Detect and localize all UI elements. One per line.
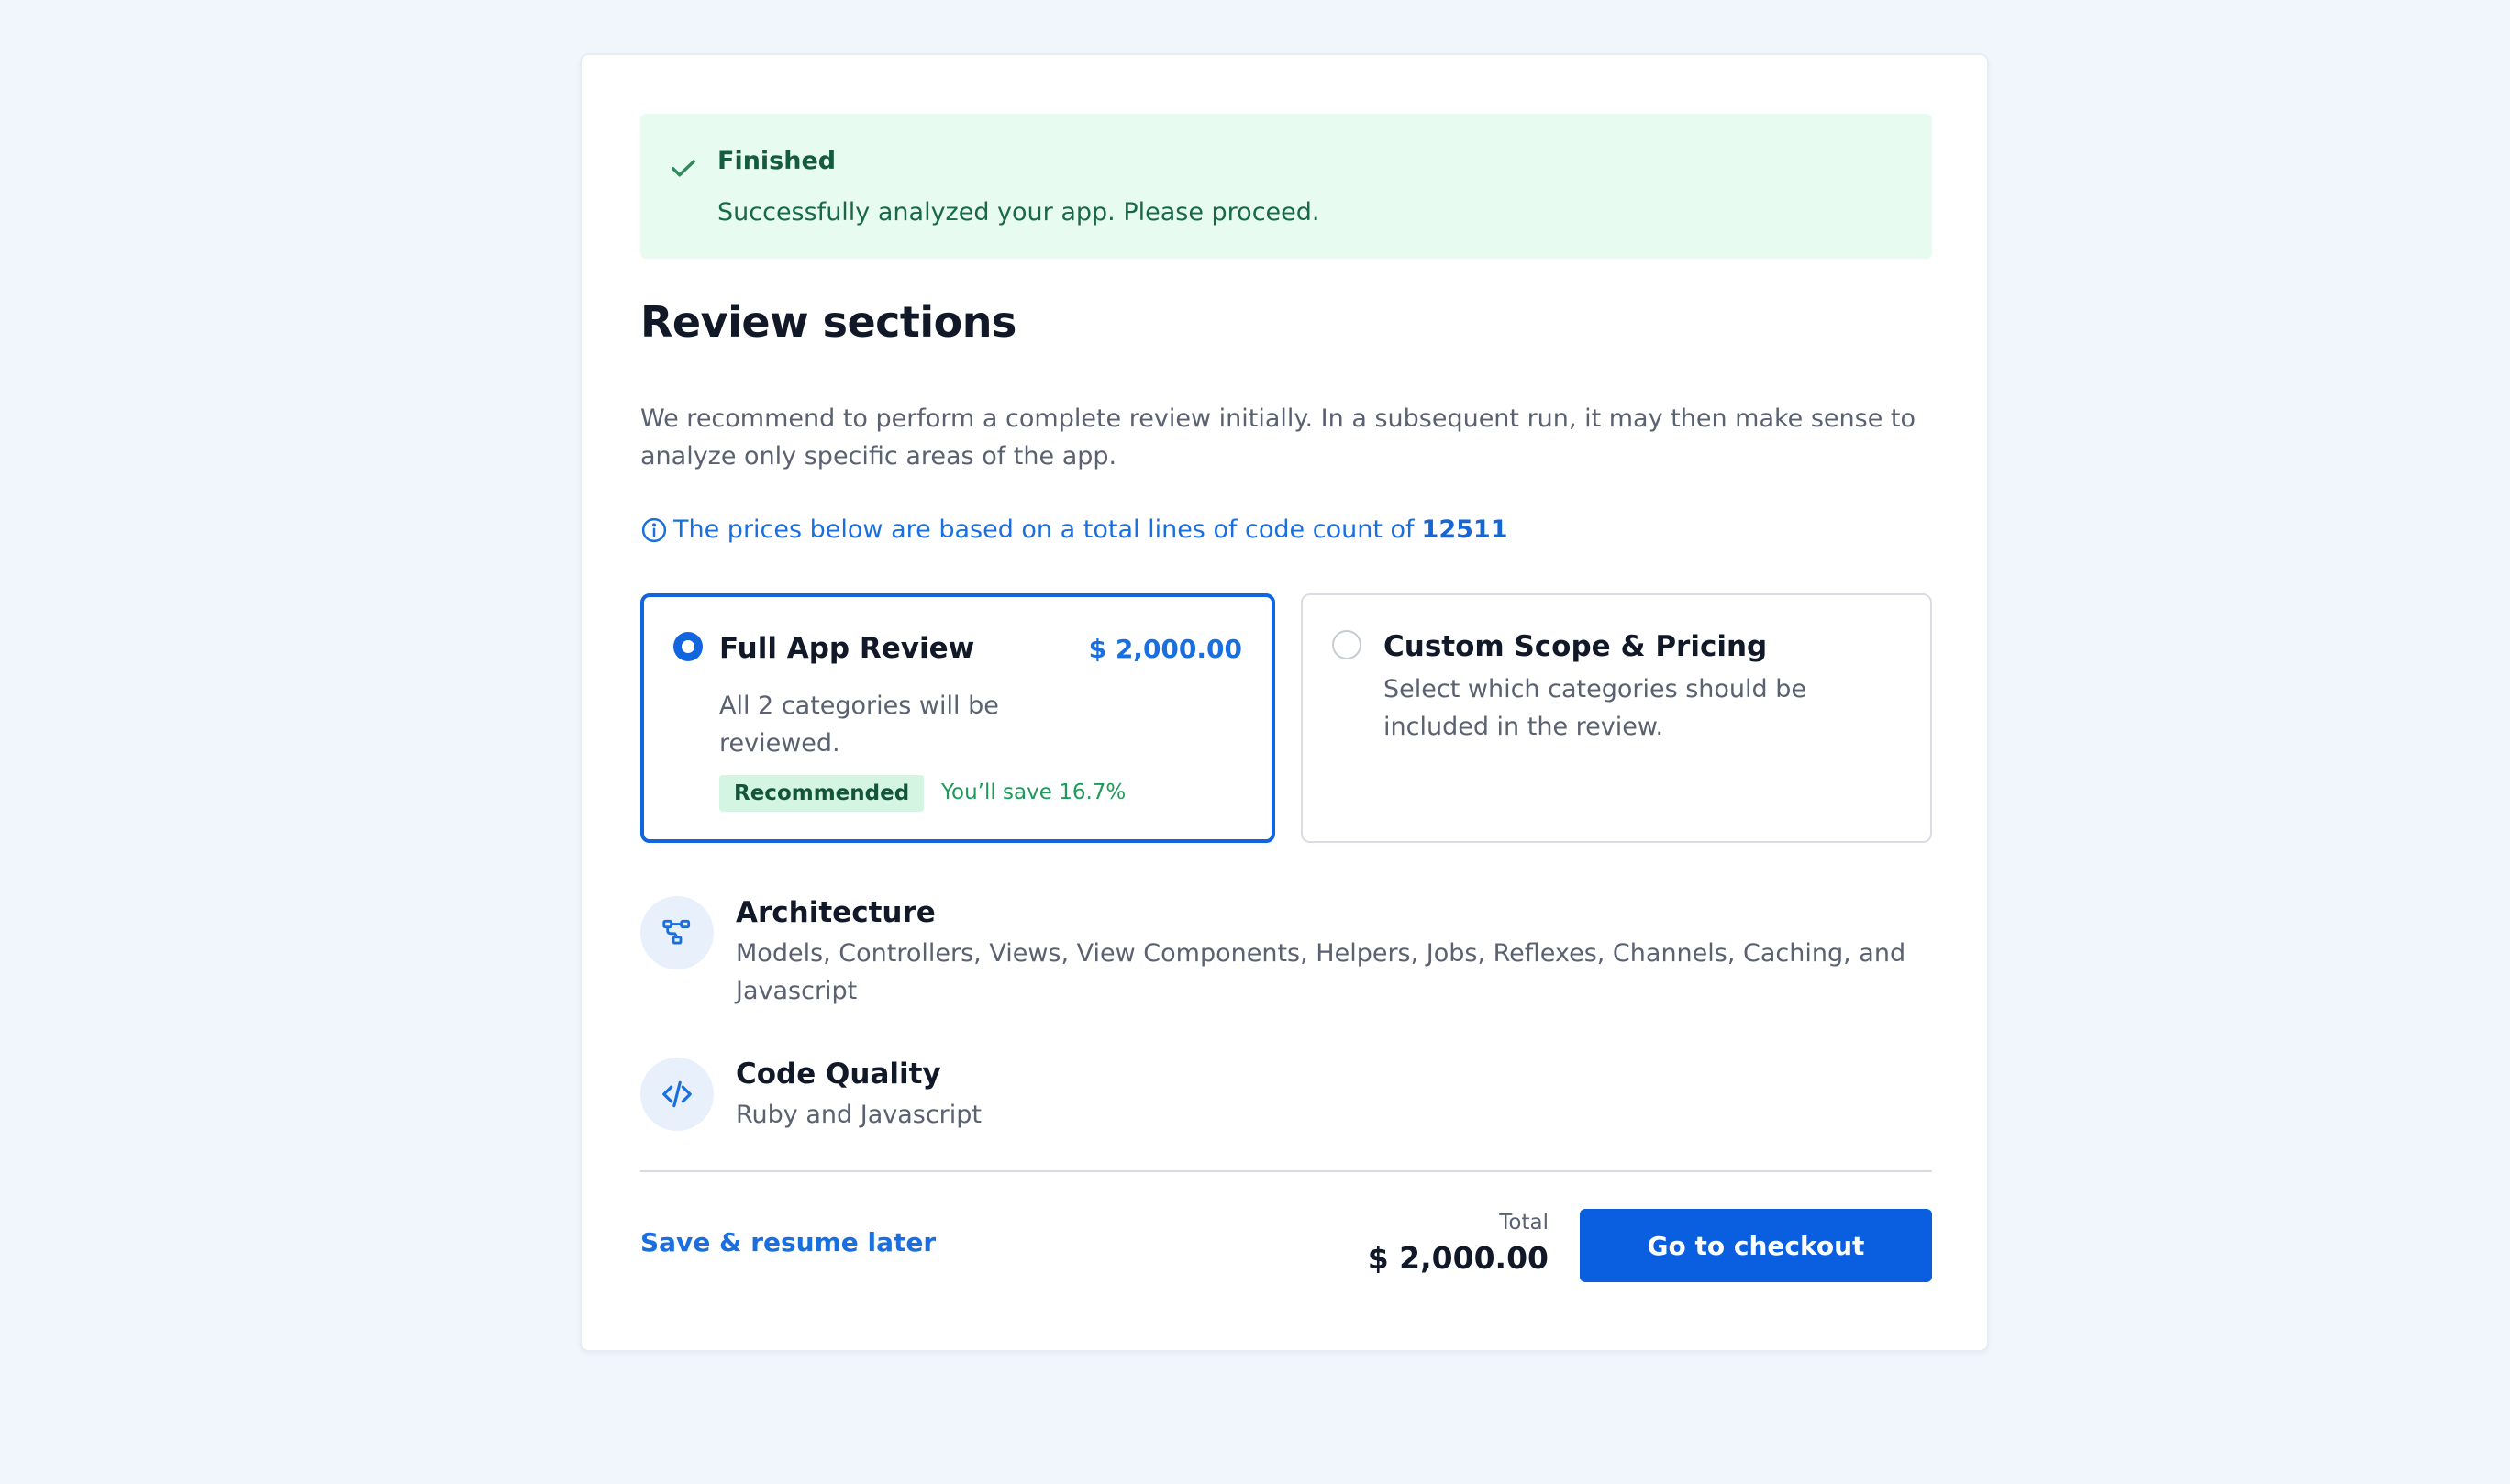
category-list: Architecture Models, Controllers, Views,… [640,896,1932,1134]
category-item: Code Quality Ruby and Javascript [640,1058,1932,1134]
recommended-badge: Recommended [719,775,925,812]
save-resume-link[interactable]: Save & resume later [640,1227,936,1257]
checkout-button[interactable]: Go to checkout [1580,1209,1932,1282]
category-description: Ruby and Javascript [736,1101,983,1129]
full-review-description: All 2 categories will be reviewed. [719,692,999,758]
category-name: Code Quality [736,1058,941,1091]
custom-scope-title: Custom Scope & Pricing [1383,630,1768,663]
custom-scope-radio[interactable] [1332,630,1361,659]
custom-scope-description: Select which categories should be includ… [1383,675,1807,741]
category-item: Architecture Models, Controllers, Views,… [640,896,1932,1010]
full-review-title: Full App Review [719,632,975,665]
category-text: Architecture Models, Controllers, Views,… [736,896,1928,1010]
category-text: Code Quality Ruby and Javascript [736,1058,1928,1134]
review-card: Finished Successfully analyzed your app.… [580,53,1989,1352]
review-options: Full App Review $ 2,000.00 All 2 categor… [640,593,1932,843]
savings-text: You’ll save 16.7% [941,781,1127,804]
option-full-app-review[interactable]: Full App Review $ 2,000.00 All 2 categor… [640,593,1275,843]
pricing-info-text: The prices below are based on a total li… [673,515,1415,544]
category-description: Models, Controllers, Views, View Compone… [736,939,1906,1005]
info-icon [641,517,667,542]
lines-of-code-count: 12511 [1421,515,1508,544]
check-icon [671,160,696,177]
total-label: Total [1499,1211,1549,1235]
hierarchy-icon [640,896,714,969]
page-title: Review sections [640,297,1016,347]
code-icon [640,1058,714,1131]
pricing-info: The prices below are based on a total li… [640,515,1932,544]
total-value: $ 2,000.00 [1367,1240,1549,1276]
page-description: We recommend to perform a complete revie… [640,404,1916,471]
full-review-radio[interactable] [673,632,703,661]
option-custom-scope[interactable]: Custom Scope & Pricing Select which cate… [1301,593,1932,843]
category-name: Architecture [736,896,936,929]
card-content: Finished Successfully analyzed your app.… [640,114,1932,1282]
alert-message: Successfully analyzed your app. Please p… [717,198,1320,227]
alert-title: Finished [717,147,837,175]
checkout-footer: Save & resume later Total $ 2,000.00 Go … [640,1172,1932,1282]
full-review-price: $ 2,000.00 [1088,634,1242,664]
success-alert: Finished Successfully analyzed your app.… [640,114,1932,259]
